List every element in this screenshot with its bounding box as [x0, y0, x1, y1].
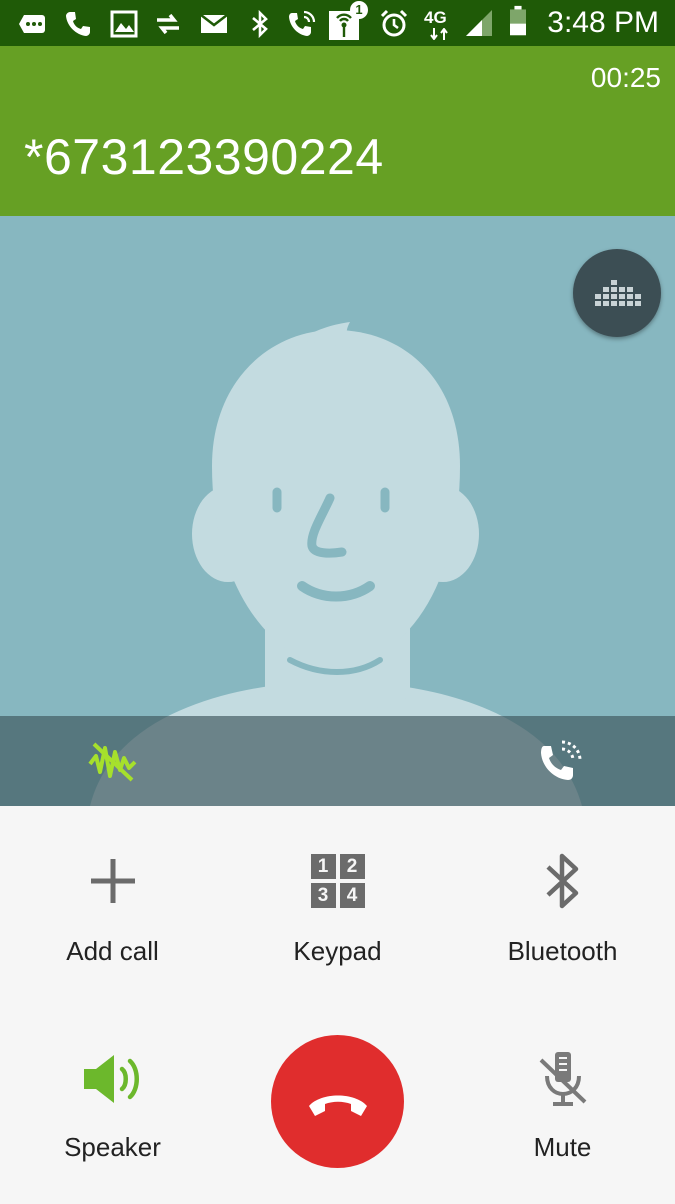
notification-badge: 1 [350, 1, 368, 19]
status-bar: 1 4G 3:48 PM [0, 0, 675, 46]
bluetooth-icon [252, 9, 268, 39]
hang-up-icon [308, 1095, 367, 1116]
signal-icon [466, 10, 492, 36]
speaker-icon [83, 1055, 139, 1103]
caller-photo-area [0, 216, 675, 806]
broadcast-icon: 1 [328, 1, 368, 41]
call-timer: 00:25 [590, 62, 661, 93]
bluetooth-button[interactable]: Bluetooth [450, 846, 675, 1006]
mute-button[interactable]: Mute [450, 1044, 675, 1204]
image-icon [110, 10, 138, 38]
speaker-button[interactable]: Speaker [0, 1044, 225, 1204]
caller-number: *673123390224 [24, 129, 384, 185]
add-call-button[interactable]: Add call [0, 846, 225, 1006]
end-call-button[interactable] [271, 1035, 404, 1168]
more-icon [19, 15, 45, 33]
hd-call-icon[interactable] [536, 734, 588, 786]
sync-icon [157, 13, 179, 35]
battery-icon [510, 5, 526, 36]
plus-icon [90, 859, 135, 903]
keypad-label: Keypad [293, 936, 382, 966]
mail-icon [200, 14, 228, 33]
call-header: 00:25 *673123390224 [0, 46, 675, 216]
noise-reduction-icon[interactable] [88, 738, 138, 784]
wifi-calling-icon [289, 10, 316, 36]
mute-label: Mute [533, 1132, 592, 1162]
bluetooth-label: Bluetooth [507, 936, 618, 966]
call-status-strip [0, 716, 675, 806]
keypad-icon: 1 2 3 4 [310, 854, 365, 908]
speaker-label: Speaker [64, 1132, 161, 1162]
status-clock: 3:48 PM [547, 6, 659, 39]
network-4g-icon: 4G [422, 6, 460, 42]
phone-icon [66, 12, 90, 36]
mute-microphone-icon [539, 1052, 586, 1106]
call-controls: Add call 1 2 3 4 Keypad Bluetooth Speake… [0, 806, 675, 1200]
add-call-label: Add call [66, 936, 159, 966]
equalizer-button[interactable] [573, 249, 661, 337]
keypad-button[interactable]: 1 2 3 4 Keypad [225, 846, 450, 1006]
bluetooth-icon [545, 853, 578, 909]
alarm-icon [380, 9, 408, 37]
equalizer-icon [595, 280, 641, 306]
